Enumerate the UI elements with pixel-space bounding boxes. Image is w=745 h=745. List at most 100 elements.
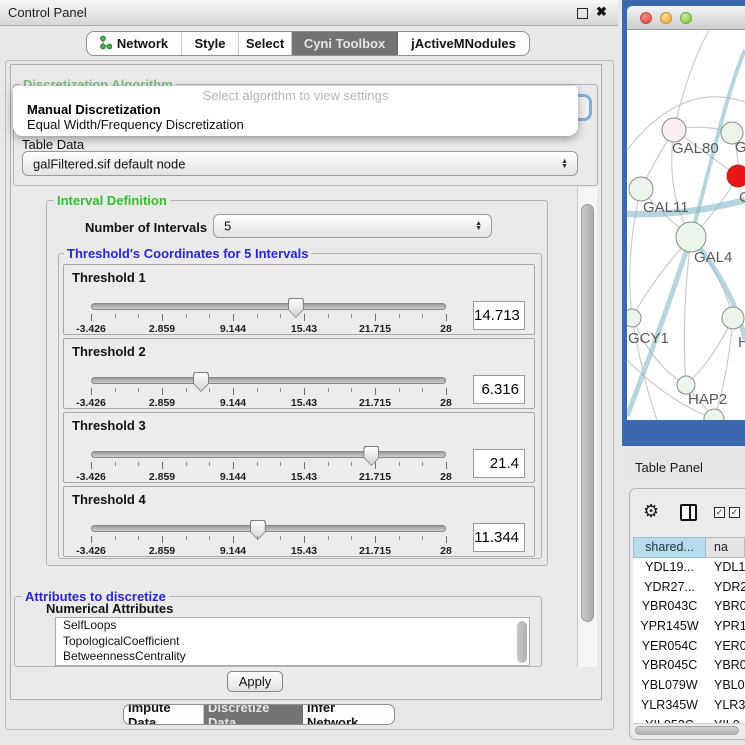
number-of-intervals-combobox[interactable]: 5 ▲▼: [213, 214, 492, 238]
table-row[interactable]: YBL079WYBL0: [633, 676, 745, 696]
apply-button[interactable]: Apply: [227, 671, 283, 692]
tick-mark: [446, 314, 447, 321]
node-gcy1[interactable]: [627, 309, 641, 327]
table-data-combobox[interactable]: galFiltered.sif default node ▲▼: [22, 151, 578, 176]
cell-name[interactable]: YBR0: [706, 656, 745, 676]
cell-name[interactable]: YDL1: [706, 558, 745, 578]
content-scrollbar[interactable]: [577, 188, 597, 667]
cell-name[interactable]: YER0: [706, 637, 745, 657]
threshold-2-slider[interactable]: -3.4262.8599.14415.4321.71528: [91, 375, 446, 410]
attribute-list-item[interactable]: BetweennessCentrality: [56, 649, 529, 665]
threshold-4-slider[interactable]: -3.4262.8599.14415.4321.71528: [91, 523, 446, 558]
cell-shared-name[interactable]: YER054C: [633, 637, 706, 657]
table-header-row: shared... na: [633, 537, 745, 558]
attribute-list-item[interactable]: TopologicalCoefficient: [56, 634, 529, 650]
gear-icon[interactable]: ⚙: [643, 501, 659, 522]
table-row[interactable]: YDR27...YDR2: [633, 578, 745, 598]
cell-shared-name[interactable]: YBL079W: [633, 676, 706, 696]
table-row[interactable]: YPR145WYPR1: [633, 617, 745, 637]
threshold-1-label: Threshold 1: [72, 270, 146, 285]
cell-name[interactable]: YPR1: [706, 617, 745, 637]
popup-option-manual[interactable]: Manual Discretization: [27, 102, 161, 117]
tick-mark: [138, 462, 139, 466]
threshold-3-value-field[interactable]: 21.4: [473, 449, 525, 478]
app-root: Control Panel ✖ Network Style Select C: [0, 0, 745, 745]
table-row[interactable]: YER054CYER0: [633, 637, 745, 657]
tab-discretize-data[interactable]: Discretize Data: [204, 705, 303, 724]
table-row[interactable]: YBR043CYBR0: [633, 597, 745, 617]
close-window-icon[interactable]: [640, 12, 652, 24]
table-hscrollbar-thumb[interactable]: [635, 726, 739, 735]
close-panel-icon[interactable]: ✖: [596, 4, 607, 20]
slider-track[interactable]: [91, 377, 446, 384]
threshold-3-slider[interactable]: -3.4262.8599.14415.4321.71528: [91, 449, 446, 484]
table-row[interactable]: YBR045CYBR0: [633, 656, 745, 676]
cell-shared-name[interactable]: YDR27...: [633, 578, 706, 598]
scale-label: 9.144: [220, 397, 246, 409]
scale-label: 2.859: [149, 397, 175, 409]
tick-mark: [446, 536, 447, 543]
slider-track[interactable]: [91, 525, 446, 532]
scale-label: 15.43: [291, 397, 317, 409]
popup-option-equal-width[interactable]: Equal Width/Frequency Discretization: [27, 117, 244, 132]
node-h[interactable]: [722, 307, 744, 329]
attributes-list-scrollbar[interactable]: [517, 621, 527, 663]
threshold-4-value-field[interactable]: 11.344: [473, 523, 525, 552]
numerical-attributes-list[interactable]: SelfLoopsTopologicalCoefficientBetweenne…: [55, 617, 530, 666]
cell-name[interactable]: YDR2: [706, 578, 745, 598]
node-label: H: [738, 334, 745, 351]
tab-impute-data[interactable]: Impute Data: [124, 705, 204, 724]
cell-name[interactable]: YLR3: [706, 696, 745, 716]
cell-shared-name[interactable]: YIL052C: [633, 716, 706, 724]
column-header-shared-name[interactable]: shared...: [633, 537, 706, 558]
tab-network[interactable]: Network: [87, 32, 182, 55]
table-row[interactable]: YLR345WYLR3: [633, 696, 745, 716]
cell-shared-name[interactable]: YPR145W: [633, 617, 706, 637]
cell-shared-name[interactable]: YDL19...: [633, 558, 706, 578]
node-table[interactable]: shared... na YDL19...YDL1YDR27...YDR2YBR…: [633, 537, 745, 723]
network-canvas[interactable]: GAL80 GA GAL11 C GAL4 GCY1 H HAP2: [627, 30, 745, 420]
tab-jactivemnodules[interactable]: jActiveMNodules: [398, 32, 529, 55]
node-gal11[interactable]: [629, 177, 653, 201]
node-label: GA: [735, 139, 745, 156]
threshold-1-slider[interactable]: -3.4262.8599.14415.4321.71528: [91, 301, 446, 336]
node-label: GAL80: [672, 140, 719, 157]
cell-shared-name[interactable]: YLR345W: [633, 696, 706, 716]
thresholds-group-title: Threshold's Coordinates for 5 Intervals: [64, 246, 311, 261]
threshold-1-value-field[interactable]: 14.713: [473, 301, 525, 330]
slider-track[interactable]: [91, 451, 446, 458]
table-row[interactable]: YDL19...YDL1: [633, 558, 745, 578]
tab-jactivemnodules-label: jActiveMNodules: [411, 36, 516, 51]
attribute-list-item[interactable]: SelfLoops: [56, 618, 529, 634]
scale-label: -3.426: [76, 323, 106, 335]
checkbox-icon[interactable]: ✓: [729, 507, 740, 518]
column-layout-icon[interactable]: [680, 504, 697, 521]
node-pink[interactable]: [662, 118, 686, 142]
table-row[interactable]: YIL052CYIL0: [633, 716, 745, 724]
cell-shared-name[interactable]: YBR045C: [633, 656, 706, 676]
column-header-name[interactable]: na: [706, 537, 745, 558]
minimize-window-icon[interactable]: [660, 12, 672, 24]
table-hscrollbar[interactable]: [633, 723, 745, 736]
threshold-2-panel: Threshold 2 -3.4262.8599.14415.4321.7152…: [63, 338, 535, 409]
slider-track[interactable]: [91, 303, 446, 310]
cell-name[interactable]: YBL0: [706, 676, 745, 696]
checkbox-icon[interactable]: ✓: [714, 507, 725, 518]
node-gal4[interactable]: [676, 222, 706, 252]
tab-select[interactable]: Select: [239, 32, 292, 55]
threshold-2-value-field[interactable]: 6.316: [473, 375, 525, 404]
tab-infer-network[interactable]: Infer Network: [303, 705, 394, 724]
tick-mark: [351, 388, 352, 392]
tab-style[interactable]: Style: [182, 32, 239, 55]
tab-cyni-toolbox[interactable]: Cyni Toolbox: [292, 32, 398, 55]
node-red[interactable]: [727, 165, 745, 187]
zoom-window-icon[interactable]: [680, 12, 692, 24]
cell-name[interactable]: YIL0: [706, 716, 745, 724]
tick-mark: [351, 536, 352, 540]
tick-mark: [257, 388, 258, 392]
content-scrollbar-thumb[interactable]: [581, 204, 594, 622]
cell-name[interactable]: YBR0: [706, 597, 745, 617]
float-window-icon[interactable]: [577, 8, 588, 19]
cell-shared-name[interactable]: YBR043C: [633, 597, 706, 617]
combo-spinner-icon: ▲▼: [475, 221, 482, 231]
